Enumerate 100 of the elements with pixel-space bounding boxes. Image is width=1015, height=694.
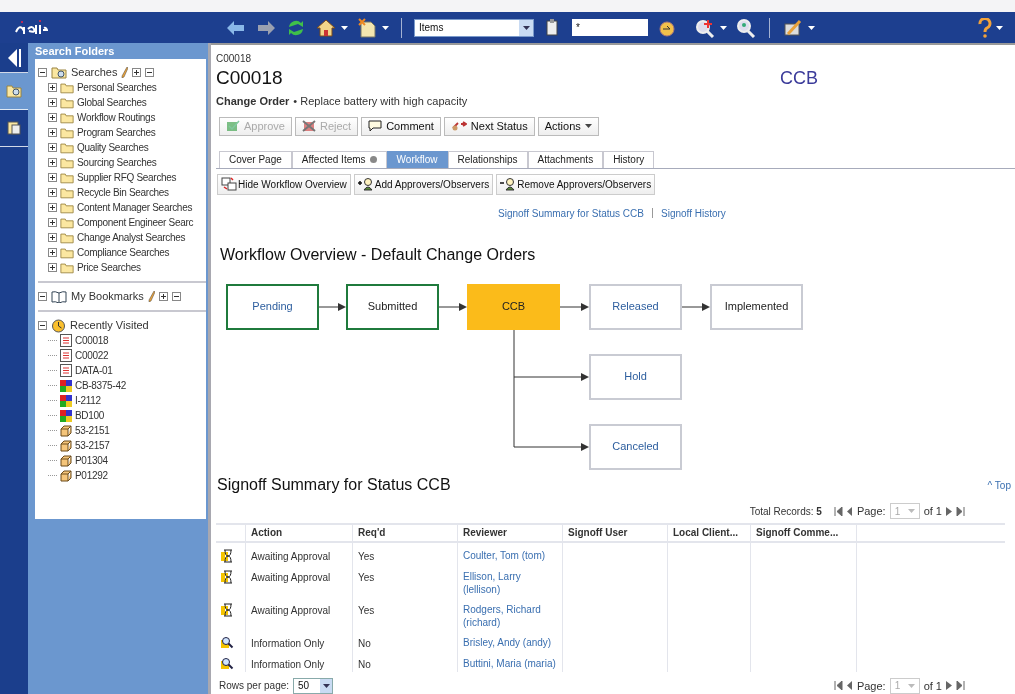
first-page-icon[interactable] [833, 681, 843, 691]
expand-icon[interactable] [48, 143, 57, 152]
tab[interactable]: Attachments [527, 150, 604, 168]
last-page-icon[interactable] [956, 506, 965, 516]
reviewer-link[interactable]: Buttini, Maria (maria) [463, 656, 557, 670]
tree-item[interactable]: Global Searches [77, 95, 147, 110]
home-icon[interactable] [315, 17, 337, 38]
tree-item[interactable]: C00022 [75, 348, 109, 363]
tree-item[interactable]: Workflow Routings [77, 110, 156, 125]
expand-icon[interactable] [48, 233, 57, 242]
actions-menu-button[interactable]: Actions [537, 116, 599, 136]
reviewer-link[interactable]: Coulter, Tom (tom) [463, 548, 557, 562]
column-header[interactable]: Signoff User [563, 524, 668, 541]
tree-item[interactable]: DATA-01 [75, 363, 113, 378]
reviewer-link[interactable]: Rodgers, Richard (richard) [463, 602, 557, 629]
collapse-icon[interactable] [145, 68, 155, 77]
search-field[interactable]: * [572, 19, 648, 36]
first-page-icon[interactable] [833, 506, 843, 516]
tab[interactable]: Relationships [447, 150, 528, 168]
tools-icon[interactable] [782, 17, 804, 38]
tree-item[interactable]: Change Analyst Searches [77, 230, 186, 245]
tree-item[interactable]: 53-2157 [75, 438, 110, 453]
reviewer-link[interactable]: Ellison, Larry (lellison) [463, 569, 557, 596]
tree-item[interactable]: CB-8375-42 [75, 378, 126, 393]
collapse-panel-icon[interactable] [6, 48, 22, 67]
workflow-status-node[interactable]: Canceled [589, 423, 682, 470]
column-header[interactable]: Action [246, 524, 353, 541]
caret-icon[interactable] [584, 124, 592, 128]
column-header[interactable]: Reviewer [458, 524, 563, 541]
new-document-icon[interactable] [356, 17, 378, 38]
caret-icon[interactable] [720, 25, 727, 30]
help-icon[interactable] [978, 17, 992, 38]
collapse-icon[interactable] [38, 292, 47, 301]
person-search-icon[interactable] [735, 17, 757, 38]
tree-item[interactable]: I-2112 [75, 393, 101, 408]
caret-icon[interactable] [996, 25, 1003, 30]
workflow-button[interactable]: Add Approvers/Observers [353, 173, 494, 195]
signoff-summary-link[interactable]: Signoff Summary for Status CCB [498, 205, 644, 221]
last-page-icon[interactable] [956, 681, 965, 691]
column-header[interactable]: Local Client... [668, 524, 751, 541]
rows-per-page-select[interactable]: 50 [293, 677, 334, 694]
workflow-status-node[interactable]: Released [589, 283, 682, 330]
tree-item[interactable]: Price Searches [77, 260, 141, 275]
expand-icon[interactable] [48, 263, 57, 272]
tree-section-label[interactable]: Recently Visited [70, 317, 149, 334]
action-button[interactable]: Next Status [443, 116, 535, 136]
tree-item[interactable]: P01304 [75, 453, 108, 468]
workflow-status-node[interactable]: Hold [589, 353, 682, 400]
signoff-history-link[interactable]: Signoff History [661, 205, 726, 221]
tree-section-label[interactable]: Searches [71, 64, 118, 81]
expand-icon[interactable] [48, 203, 57, 212]
add-search-icon[interactable] [694, 17, 716, 38]
next-page-icon[interactable] [946, 681, 952, 691]
tree-item[interactable]: Compliance Searches [77, 245, 170, 260]
collapse-icon[interactable] [38, 321, 47, 330]
tab[interactable]: History [603, 150, 655, 168]
tree-item[interactable]: Quality Searches [77, 140, 149, 155]
workflow-status-node[interactable]: Pending [226, 283, 319, 330]
expand-icon[interactable] [48, 113, 57, 122]
caret-icon[interactable] [522, 25, 530, 30]
expand-icon[interactable] [158, 292, 168, 301]
tree-item[interactable]: Supplier RFQ Searches [77, 170, 177, 185]
search-type-select[interactable]: Items [414, 18, 534, 37]
expand-icon[interactable] [48, 188, 57, 197]
reviewer-link[interactable]: Brisley, Andy (andy) [463, 635, 557, 649]
expand-icon[interactable] [132, 68, 142, 77]
expand-icon[interactable] [48, 83, 57, 92]
tab[interactable]: Cover Page [219, 150, 292, 168]
tree-item[interactable]: Program Searches [77, 125, 156, 140]
tree-item[interactable]: BD100 [75, 408, 105, 423]
column-header[interactable]: Req'd [353, 524, 458, 541]
expand-icon[interactable] [48, 158, 57, 167]
workflow-button[interactable]: Hide Workflow Overview [217, 173, 351, 195]
tree-item[interactable]: 53-2151 [75, 423, 110, 438]
previous-page-icon[interactable] [846, 506, 853, 516]
expand-icon[interactable] [48, 98, 57, 107]
workflow-button[interactable]: Remove Approvers/Observers [496, 173, 656, 195]
tree-item[interactable]: Component Engineer Searc [77, 215, 194, 230]
next-page-icon[interactable] [946, 506, 952, 516]
action-button[interactable]: Comment [361, 116, 441, 136]
top-link[interactable]: ^ Top [987, 477, 1011, 493]
tree-item[interactable]: C00018 [75, 333, 109, 348]
collapse-icon[interactable] [38, 68, 47, 77]
expand-icon[interactable] [48, 173, 57, 182]
column-header[interactable]: Signoff Comme... [751, 524, 857, 541]
expand-icon[interactable] [48, 218, 57, 227]
tree-item[interactable]: Personal Searches [77, 80, 157, 95]
collapse-icon[interactable] [171, 292, 181, 301]
expand-icon[interactable] [48, 248, 57, 257]
tree-item[interactable]: Recycle Bin Searches [77, 185, 169, 200]
caret-icon[interactable] [341, 25, 348, 30]
caret-icon[interactable] [322, 683, 330, 688]
tree-item[interactable]: P01292 [75, 468, 108, 483]
previous-page-icon[interactable] [846, 681, 853, 691]
tab[interactable]: Affected Items [291, 150, 387, 168]
caret-icon[interactable] [382, 25, 389, 30]
tree-section-label[interactable]: My Bookmarks [71, 288, 144, 305]
expand-icon[interactable] [48, 128, 57, 137]
tree-item[interactable]: Content Manager Searches [77, 200, 193, 215]
caret-icon[interactable] [808, 25, 815, 30]
